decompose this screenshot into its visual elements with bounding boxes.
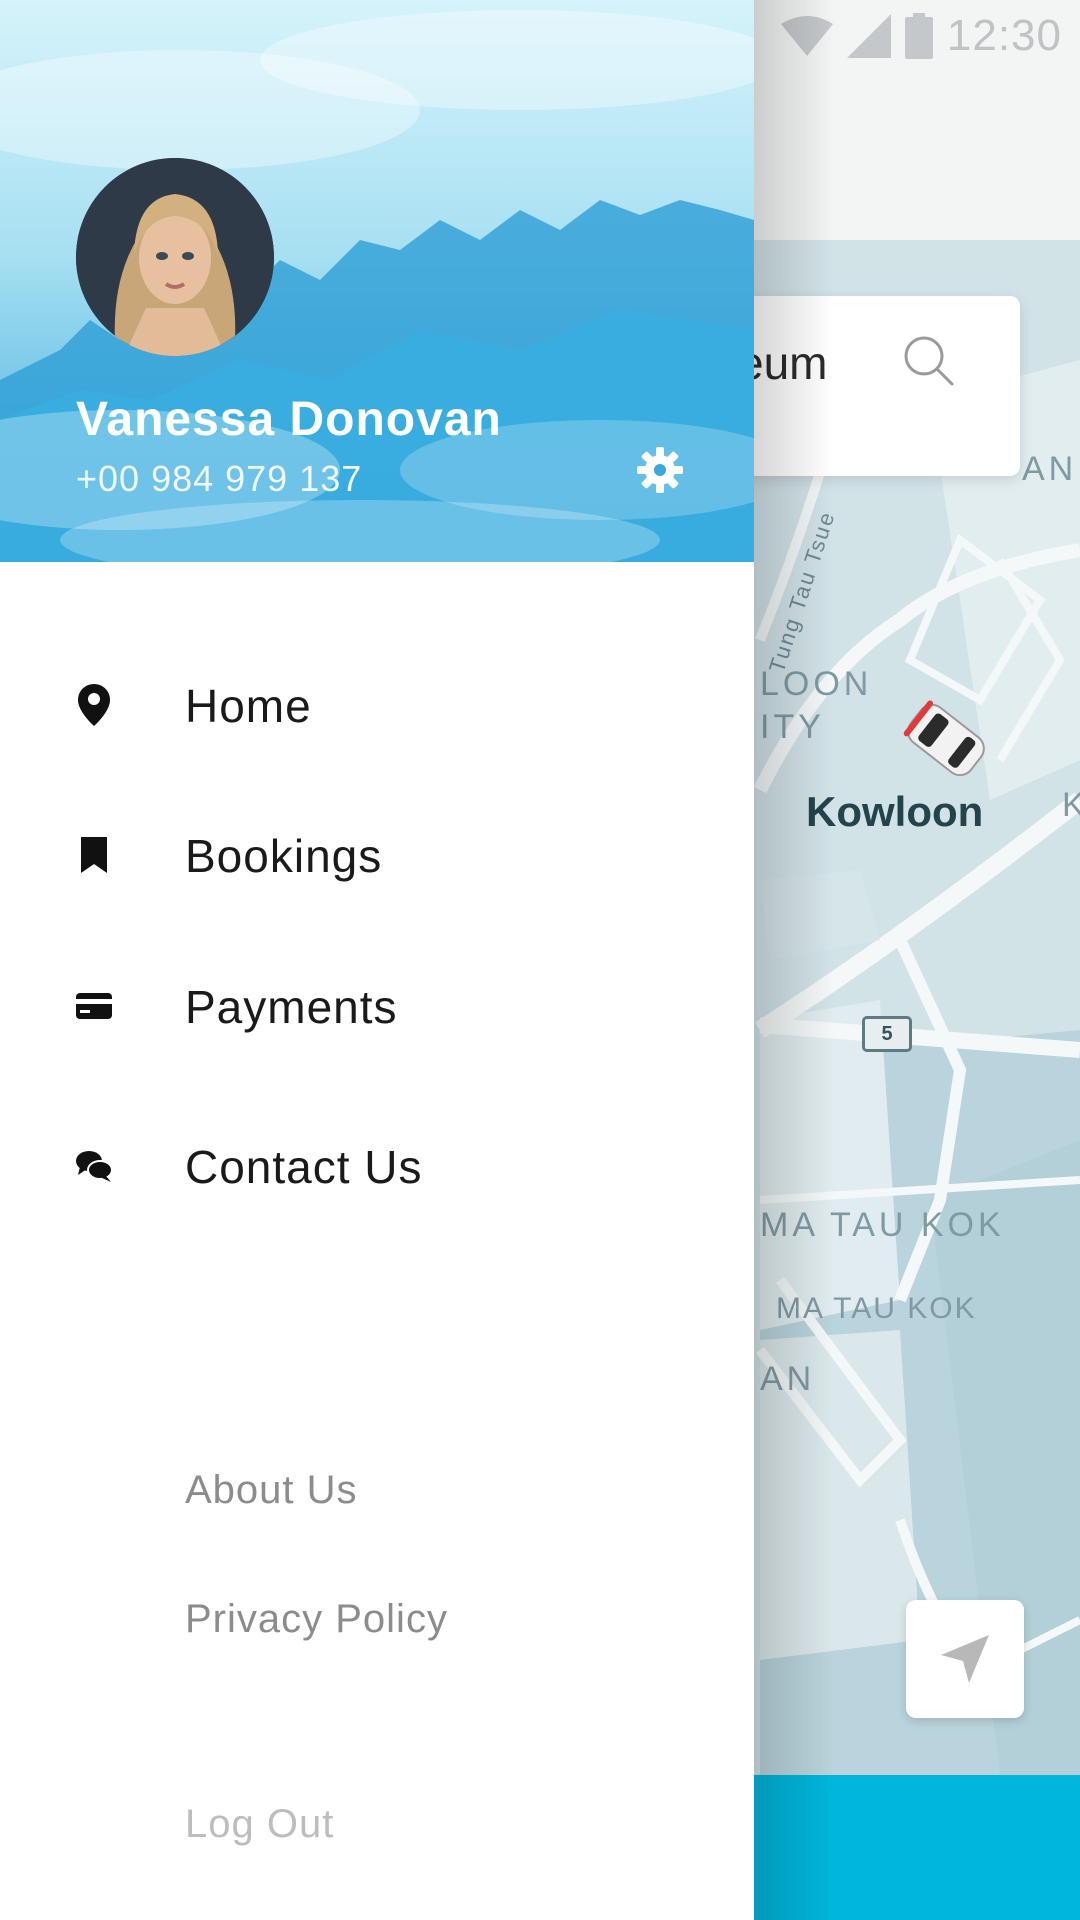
cellular-signal-icon: [846, 14, 891, 58]
privacy-policy-link[interactable]: Privacy Policy: [185, 1597, 448, 1642]
menu-item-label: Payments: [185, 981, 398, 1033]
district-label: AN: [760, 1360, 816, 1398]
drawer-header: Vanessa Donovan +00 984 979 137: [0, 0, 754, 562]
battery-icon: [904, 13, 933, 59]
status-icons: 12:30: [780, 8, 1062, 64]
menu-item-label: Home: [185, 680, 312, 732]
car-icon[interactable]: [896, 692, 996, 788]
district-label: K: [1062, 786, 1080, 824]
menu-item-contact-us[interactable]: Contact Us: [0, 1106, 754, 1226]
district-label: LOON: [760, 665, 873, 703]
credit-card-icon: [74, 986, 114, 1026]
user-phone: +00 984 979 137: [76, 458, 363, 499]
search-icon[interactable]: [900, 332, 956, 388]
log-out-button[interactable]: Log Out: [185, 1802, 334, 1847]
avatar[interactable]: [76, 158, 274, 356]
district-label: ITY: [760, 708, 825, 746]
navigation-arrow-icon: [941, 1635, 989, 1683]
menu-item-bookings[interactable]: Bookings: [0, 795, 754, 915]
menu-item-label: Bookings: [185, 830, 383, 882]
locate-me-button[interactable]: [906, 1600, 1024, 1718]
about-us-link[interactable]: About Us: [185, 1468, 358, 1513]
route-shield: 5: [862, 1016, 912, 1052]
user-name: Vanessa Donovan: [76, 393, 502, 446]
menu-item-home[interactable]: Home: [0, 645, 754, 765]
bookmark-icon: [74, 835, 114, 875]
district-label: MA TAU KOK: [776, 1292, 977, 1325]
district-label: MA TAU KOK: [760, 1206, 1005, 1244]
gear-icon[interactable]: [636, 446, 684, 494]
wifi-icon: [780, 16, 833, 56]
navigation-drawer: Vanessa Donovan +00 984 979 137 Home Boo…: [0, 0, 754, 1920]
menu-item-payments[interactable]: Payments: [0, 946, 754, 1066]
city-label: Kowloon: [806, 788, 984, 835]
menu-item-label: Contact Us: [185, 1141, 423, 1193]
district-label: AN: [1022, 450, 1078, 488]
chat-bubbles-icon: [74, 1146, 114, 1186]
user-photo: [76, 158, 274, 356]
location-pin-icon: [74, 684, 114, 726]
status-time: 12:30: [946, 11, 1062, 60]
